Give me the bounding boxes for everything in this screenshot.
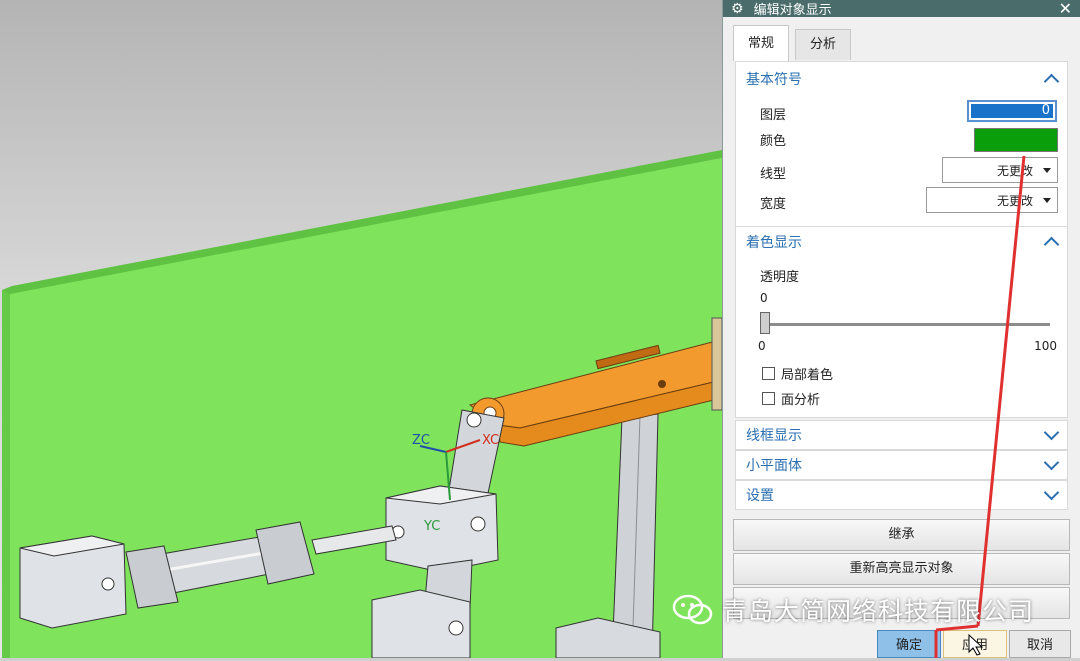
shading-header[interactable]: 着色显示 xyxy=(736,229,1067,255)
dialog-titlebar[interactable]: ⚙ 编辑对象显示 ✕ xyxy=(723,0,1080,18)
transparency-slider[interactable] xyxy=(760,312,1050,336)
color-label: 颜色 xyxy=(760,134,787,149)
inherit-button[interactable]: 继承 xyxy=(733,519,1070,551)
width-value: 无更改 xyxy=(996,193,1033,208)
3d-model-scene[interactable]: ZC XC YC xyxy=(0,0,722,658)
xc-axis-label: XC xyxy=(482,433,499,448)
wireframe-display-title: 线框显示 xyxy=(746,428,802,444)
layer-field[interactable]: 0 xyxy=(967,100,1057,122)
linetype-select[interactable]: 无更改 xyxy=(942,157,1058,183)
ok-button[interactable]: 确定 xyxy=(877,630,941,658)
wechat-icon xyxy=(672,594,713,625)
watermark-text: 青岛大简网络科技有限公司 xyxy=(722,597,1035,626)
transparency-label: 透明度 xyxy=(760,270,800,285)
slider-track xyxy=(760,323,1050,326)
width-label: 宽度 xyxy=(760,197,787,212)
dialog-tabs: 常规 分析 xyxy=(723,17,1080,61)
chevron-down-icon[interactable] xyxy=(1043,484,1060,501)
settings-header[interactable]: 设置 xyxy=(736,482,1067,508)
right-edge-part xyxy=(711,317,722,411)
tab-analysis[interactable]: 分析 xyxy=(795,29,852,60)
green-plate-side xyxy=(2,290,10,658)
chevron-up-icon[interactable] xyxy=(1043,73,1060,90)
facet-body-title: 小平面体 xyxy=(746,458,802,474)
face-analysis-label: 面分析 xyxy=(781,393,821,408)
width-select[interactable]: 无更改 xyxy=(926,187,1058,213)
basic-symbol-header[interactable]: 基本符号 xyxy=(736,66,1067,92)
chevron-up-icon[interactable] xyxy=(1043,236,1060,253)
orange-arm-hole xyxy=(658,380,666,388)
face-analysis-checkbox[interactable]: 面分析 xyxy=(762,389,820,408)
layer-value: 0 xyxy=(971,104,1053,118)
gear-icon[interactable]: ⚙ xyxy=(731,1,744,17)
checkbox-box[interactable] xyxy=(762,392,775,405)
close-icon[interactable]: ✕ xyxy=(1059,0,1072,18)
linetype-label: 线型 xyxy=(760,167,787,182)
chevron-down-icon[interactable] xyxy=(1043,454,1060,471)
settings-title: 设置 xyxy=(746,488,774,504)
settings-section[interactable]: 设置 xyxy=(735,480,1068,510)
wireframe-display-header[interactable]: 线框显示 xyxy=(736,422,1067,448)
zc-axis-label: ZC xyxy=(412,433,430,448)
basic-symbol-group: 基本符号 图层 0 颜色 线型 无更改 宽度 无更改 xyxy=(735,61,1068,227)
rehighlight-objects-button[interactable]: 重新高亮显示对象 xyxy=(733,553,1070,585)
slider-max-label: 100 xyxy=(1034,339,1057,353)
slider-thumb[interactable] xyxy=(760,312,770,334)
facet-body-section[interactable]: 小平面体 xyxy=(735,450,1068,480)
wireframe-display-section[interactable]: 线框显示 xyxy=(735,420,1068,450)
basic-symbol-title: 基本符号 xyxy=(746,72,802,88)
chevron-down-icon xyxy=(1043,168,1051,173)
checkbox-box[interactable] xyxy=(762,367,775,380)
layer-label: 图层 xyxy=(760,108,787,123)
tab-general[interactable]: 常规 xyxy=(733,25,790,61)
shading-group: 着色显示 透明度 0 0 100 局部着色 面分析 xyxy=(735,226,1068,418)
linetype-value: 无更改 xyxy=(996,163,1033,178)
transparency-value: 0 xyxy=(760,291,768,305)
yc-axis-label: YC xyxy=(423,519,440,534)
shading-title: 着色显示 xyxy=(746,235,802,251)
facet-body-header[interactable]: 小平面体 xyxy=(736,452,1067,478)
mouse-pointer-icon xyxy=(968,634,984,656)
partial-shading-label: 局部着色 xyxy=(781,368,834,383)
graphics-viewport[interactable]: ZC XC YC xyxy=(0,0,722,658)
slider-min-label: 0 xyxy=(758,339,766,353)
dialog-title: 编辑对象显示 xyxy=(753,3,832,18)
partial-shading-checkbox[interactable]: 局部着色 xyxy=(762,364,833,383)
watermark: 青岛大简网络科技有限公司 xyxy=(672,592,1034,628)
color-swatch-button[interactable] xyxy=(974,128,1058,152)
chevron-down-icon[interactable] xyxy=(1043,424,1060,441)
cancel-button[interactable]: 取消 xyxy=(1009,630,1071,658)
edit-object-display-dialog: ⚙ 编辑对象显示 ✕ 常规 分析 基本符号 图层 0 颜色 线型 无更改 宽度 … xyxy=(722,0,1080,658)
chevron-down-icon xyxy=(1043,198,1051,203)
